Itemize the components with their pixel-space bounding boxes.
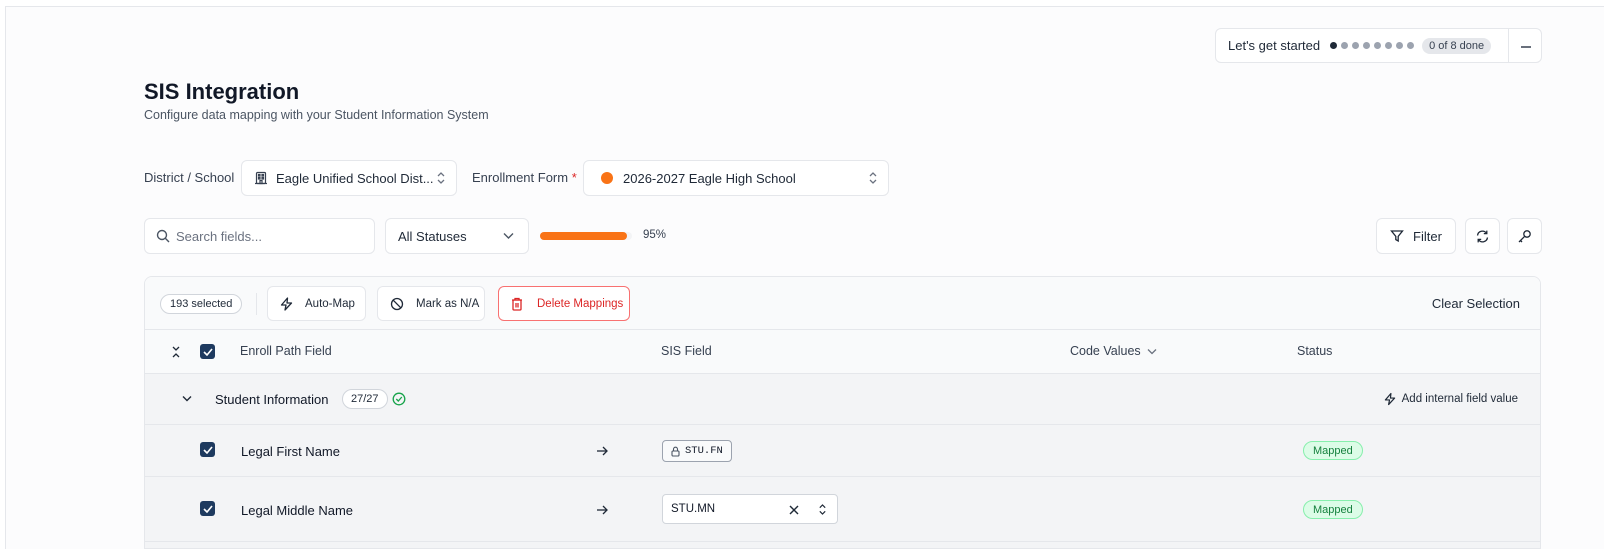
enrollment-form-select[interactable]: 2026-2027 Eagle High School — [583, 160, 889, 196]
selected-count-badge: 193 selected — [160, 294, 243, 314]
collapse-all-icon[interactable] — [171, 345, 181, 359]
add-internal-field-button[interactable]: Add internal field value — [1384, 392, 1518, 406]
check-icon — [202, 504, 213, 513]
chevron-down-icon — [503, 233, 514, 239]
clear-selection-button[interactable]: Clear Selection — [1432, 296, 1520, 311]
locked-sis-field: STU.FN — [662, 440, 732, 462]
divider — [256, 293, 257, 315]
sis-field-combobox[interactable] — [662, 494, 838, 524]
mapping-progress-label: 95% — [643, 229, 667, 241]
check-icon — [202, 347, 213, 356]
mapping-progress-fill — [540, 232, 628, 240]
table-row — [145, 542, 1540, 548]
ban-icon — [390, 297, 404, 310]
sis-field-input[interactable] — [671, 503, 781, 515]
row-field-label: Legal First Name — [241, 444, 340, 459]
step-dot — [1330, 42, 1338, 49]
column-header-enroll-field: Enroll Path Field — [240, 344, 332, 358]
enrollment-form-value: 2026-2027 Eagle High School — [623, 170, 796, 186]
step-dot — [1363, 42, 1371, 49]
search-box[interactable] — [144, 218, 375, 254]
lock-icon — [671, 446, 680, 457]
chevron-up-down-icon[interactable] — [818, 503, 827, 516]
delete-mappings-label: Delete Mappings — [537, 297, 624, 310]
table-header: Enroll Path Field SIS Field Code Values … — [145, 330, 1540, 374]
step-dot — [1352, 42, 1360, 49]
status-badge: Mapped — [1303, 500, 1363, 519]
select-all-checkbox[interactable] — [200, 344, 215, 359]
table-row: Legal Middle Name Mapped — [145, 477, 1540, 542]
filter-button-label: Filter — [1413, 228, 1442, 244]
district-select[interactable]: Eagle Unified School Dist... — [241, 160, 457, 196]
page-subtitle: Configure data mapping with your Student… — [144, 108, 489, 122]
row-checkbox[interactable] — [200, 501, 215, 516]
group-name: Student Information — [215, 392, 329, 407]
mapping-table: 193 selected Auto-Map Mark as N/A Delete… — [144, 276, 1541, 549]
chevron-up-down-icon — [437, 172, 445, 184]
mark-na-button[interactable]: Mark as N/A — [377, 286, 485, 321]
close-icon[interactable] — [789, 505, 799, 515]
refresh-button[interactable] — [1465, 218, 1500, 254]
check-circle-icon — [392, 392, 406, 406]
filter-button[interactable]: Filter — [1376, 218, 1456, 254]
form-status-dot — [601, 172, 613, 184]
settings-key-button[interactable] — [1507, 218, 1542, 254]
auto-map-button[interactable]: Auto-Map — [267, 286, 366, 321]
step-dot — [1385, 42, 1393, 49]
auto-map-label: Auto-Map — [305, 297, 355, 310]
status-badge: Mapped — [1303, 441, 1363, 460]
onboarding-progress-badge: 0 of 8 done — [1422, 37, 1492, 54]
minimize-button[interactable] — [1508, 29, 1543, 64]
row-checkbox[interactable] — [200, 442, 215, 457]
mark-na-label: Mark as N/A — [416, 297, 480, 310]
step-dot — [1341, 42, 1349, 49]
lightning-icon — [280, 296, 293, 311]
group-count-badge: 27/27 — [342, 389, 388, 409]
minus-icon — [1520, 45, 1531, 48]
bulk-action-toolbar: 193 selected Auto-Map Mark as N/A Delete… — [145, 277, 1540, 330]
district-label: District / School — [144, 170, 235, 185]
column-header-status: Status — [1297, 344, 1333, 358]
onboarding-step-dots — [1330, 42, 1415, 49]
group-row-student-information[interactable]: Student Information 27/27 Add internal f… — [145, 374, 1540, 425]
status-select[interactable]: All Statuses — [385, 218, 529, 254]
chevron-up-down-icon — [869, 172, 877, 184]
chevron-down-icon — [1147, 348, 1157, 354]
onboarding-label: Let's get started — [1228, 38, 1321, 53]
status-select-value: All Statuses — [398, 228, 467, 244]
search-icon — [156, 229, 170, 243]
trash-icon — [512, 297, 522, 311]
row-field-label: Legal Middle Name — [241, 503, 354, 518]
funnel-icon — [1390, 230, 1404, 243]
arrow-right-icon — [597, 446, 608, 456]
step-dot — [1374, 42, 1382, 49]
lightning-icon — [1384, 392, 1395, 406]
refresh-icon — [1476, 230, 1489, 242]
column-header-code-values[interactable]: Code Values — [1070, 344, 1157, 358]
enrollment-form-label: Enrollment Form * — [472, 170, 577, 185]
check-icon — [202, 445, 213, 454]
key-icon — [1518, 229, 1531, 242]
onboarding-widget[interactable]: Let's get started 0 of 8 done — [1215, 28, 1542, 63]
column-header-sis-field: SIS Field — [661, 344, 712, 358]
arrow-right-icon — [597, 505, 608, 515]
building-icon — [255, 171, 267, 185]
search-input[interactable] — [176, 228, 366, 244]
chevron-down-icon[interactable] — [182, 395, 192, 402]
district-select-value: Eagle Unified School Dist... — [276, 170, 434, 186]
page-title: SIS Integration — [144, 79, 300, 104]
mapping-progress-bar — [540, 232, 632, 240]
step-dot — [1396, 42, 1404, 49]
step-dot — [1407, 42, 1415, 49]
table-row: Legal First Name STU.FN Mapped — [145, 425, 1540, 477]
delete-mappings-button[interactable]: Delete Mappings — [498, 286, 630, 321]
